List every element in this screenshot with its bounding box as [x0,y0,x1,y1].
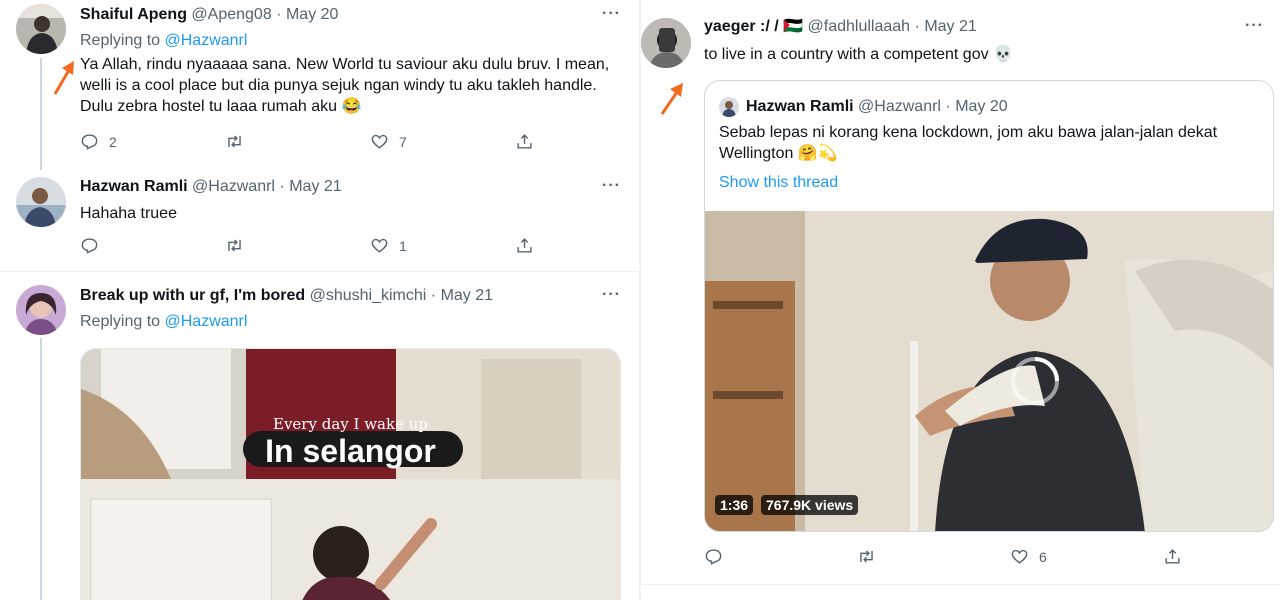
video-frame [705,211,1273,531]
dot-separator: · [276,6,282,23]
handle[interactable]: @Hazwanrl [192,178,275,195]
thread-line [40,58,42,170]
tweet-header: Break up with ur gf, I'm bored @shushi_k… [80,286,493,306]
reply-icon [705,549,722,565]
retweet-icon [860,550,873,563]
left-timeline: Shaiful Apeng @Apeng08 · May 20 ··· Repl… [0,0,639,600]
quoted-header: Hazwan Ramli @Hazwanrl · May 20 [746,97,1008,117]
avatar[interactable] [641,18,691,68]
thread-line [40,338,42,600]
flag-emoji: 🇵🇸 [783,18,804,35]
display-name[interactable]: Shaiful Apeng [80,6,187,23]
quoted-display-name: Hazwan Ramli [746,98,854,115]
like-icon [1011,549,1028,564]
tweet-header: yaeger :/ / 🇵🇸 @fadhlullaaah · May 21 [704,17,977,37]
share-button[interactable] [515,132,534,151]
tweet-media[interactable]: Every day I wake up In selangor [80,348,621,600]
quoted-handle: @Hazwanrl [858,98,941,115]
replying-to-label: Replying to [80,32,161,49]
tweet-actions: 6 [704,547,1184,567]
tweet-header: Hazwan Ramli @Hazwanrl · May 21 [80,177,342,197]
display-name[interactable]: yaeger :/ / [704,18,779,35]
video-views: 767.9K views [761,495,859,515]
quoted-avatar [719,97,739,117]
avatar[interactable] [16,285,66,335]
timestamp[interactable]: May 20 [286,6,338,23]
tweet-text: Hahaha truee [80,205,177,222]
replying-to: Replying to @Hazwanrl [80,31,247,51]
reply-button[interactable] [704,547,733,566]
handle[interactable]: @fadhlullaaah [808,18,911,35]
like-icon [371,134,388,149]
tweet-header: Shaiful Apeng @Apeng08 · May 20 [80,5,338,25]
share-button[interactable] [515,236,534,255]
more-icon[interactable]: ··· [602,6,621,22]
reply-count: 2 [109,133,117,150]
like-button[interactable]: 7 [370,132,407,151]
dot-separator: · [279,178,285,195]
reply-button[interactable]: 2 [80,132,117,151]
handle[interactable]: @shushi_kimchi [310,287,427,304]
reply-icon [81,134,98,150]
quoted-timestamp: May 20 [955,98,1008,115]
timestamp[interactable]: May 21 [289,178,341,195]
reply-button[interactable] [80,236,109,255]
tweet-actions: 1 [80,236,540,256]
tweet-shaiful[interactable]: Shaiful Apeng @Apeng08 · May 20 ··· Repl… [0,0,639,170]
tweet-hazwan-reply[interactable]: Hazwan Ramli @Hazwanrl · May 21 ··· Haha… [0,170,639,270]
replying-to-handle[interactable]: @Hazwanrl [165,313,248,330]
more-icon[interactable]: ··· [1245,18,1264,34]
tweet-actions: 2 7 [80,132,540,152]
media-image [81,349,620,600]
like-button[interactable]: 1 [370,236,407,255]
show-thread-link[interactable]: Show this thread [719,172,838,193]
like-count: 1 [399,237,407,254]
reply-icon [81,238,98,254]
timestamp[interactable]: May 21 [924,18,976,35]
like-icon [371,238,388,253]
share-icon [517,238,532,253]
arrow-icon [53,61,74,95]
handle[interactable]: @Apeng08 [191,6,271,23]
quoted-tweet[interactable]: Hazwan Ramli @Hazwanrl · May 20 Sebab le… [704,80,1274,532]
retweet-icon [228,239,241,252]
tweet-shushi[interactable]: Break up with ur gf, I'm bored @shushi_k… [0,272,639,600]
avatar[interactable] [16,177,66,227]
tweet-text: to live in a country with a competent go… [704,46,1013,63]
retweet-button[interactable] [225,132,254,151]
tweet-separator [641,584,1280,585]
display-name[interactable]: Break up with ur gf, I'm bored [80,287,305,304]
more-icon[interactable]: ··· [602,287,621,303]
like-count: 7 [399,133,407,150]
retweet-button[interactable] [857,547,886,566]
arrow-icon [660,83,683,115]
replying-to-handle[interactable]: @Hazwanrl [165,32,248,49]
share-button[interactable] [1163,547,1182,566]
media-caption-small: Every day I wake up [273,415,428,433]
quoted-text: Sebab lepas ni korang kena lockdown, jom… [719,124,1218,162]
replying-to: Replying to @Hazwanrl [80,312,247,332]
tweet-yaeger[interactable]: yaeger :/ / 🇵🇸 @fadhlullaaah · May 21 ··… [641,0,1280,584]
replying-to-label: Replying to [80,313,161,330]
video-duration: 1:36 [715,495,754,515]
like-count: 6 [1039,548,1047,565]
retweet-icon [228,135,241,148]
dot-separator: · [430,287,437,304]
right-timeline: yaeger :/ / 🇵🇸 @fadhlullaaah · May 21 ··… [641,0,1280,600]
media-caption-big: In selangor [265,433,436,469]
retweet-button[interactable] [225,236,254,255]
more-icon[interactable]: ··· [602,178,621,194]
like-button[interactable]: 6 [1010,547,1047,566]
dot-separator: · [945,98,951,115]
share-icon [517,134,532,149]
dot-separator: · [914,18,920,35]
quoted-video[interactable]: 1:36 767.9K views [705,211,1273,531]
display-name[interactable]: Hazwan Ramli [80,178,188,195]
tweet-text: Ya Allah, rindu nyaaaaa sana. New World … [80,56,610,115]
share-icon [1165,549,1180,564]
timestamp[interactable]: May 21 [441,287,493,304]
avatar[interactable] [16,4,66,54]
